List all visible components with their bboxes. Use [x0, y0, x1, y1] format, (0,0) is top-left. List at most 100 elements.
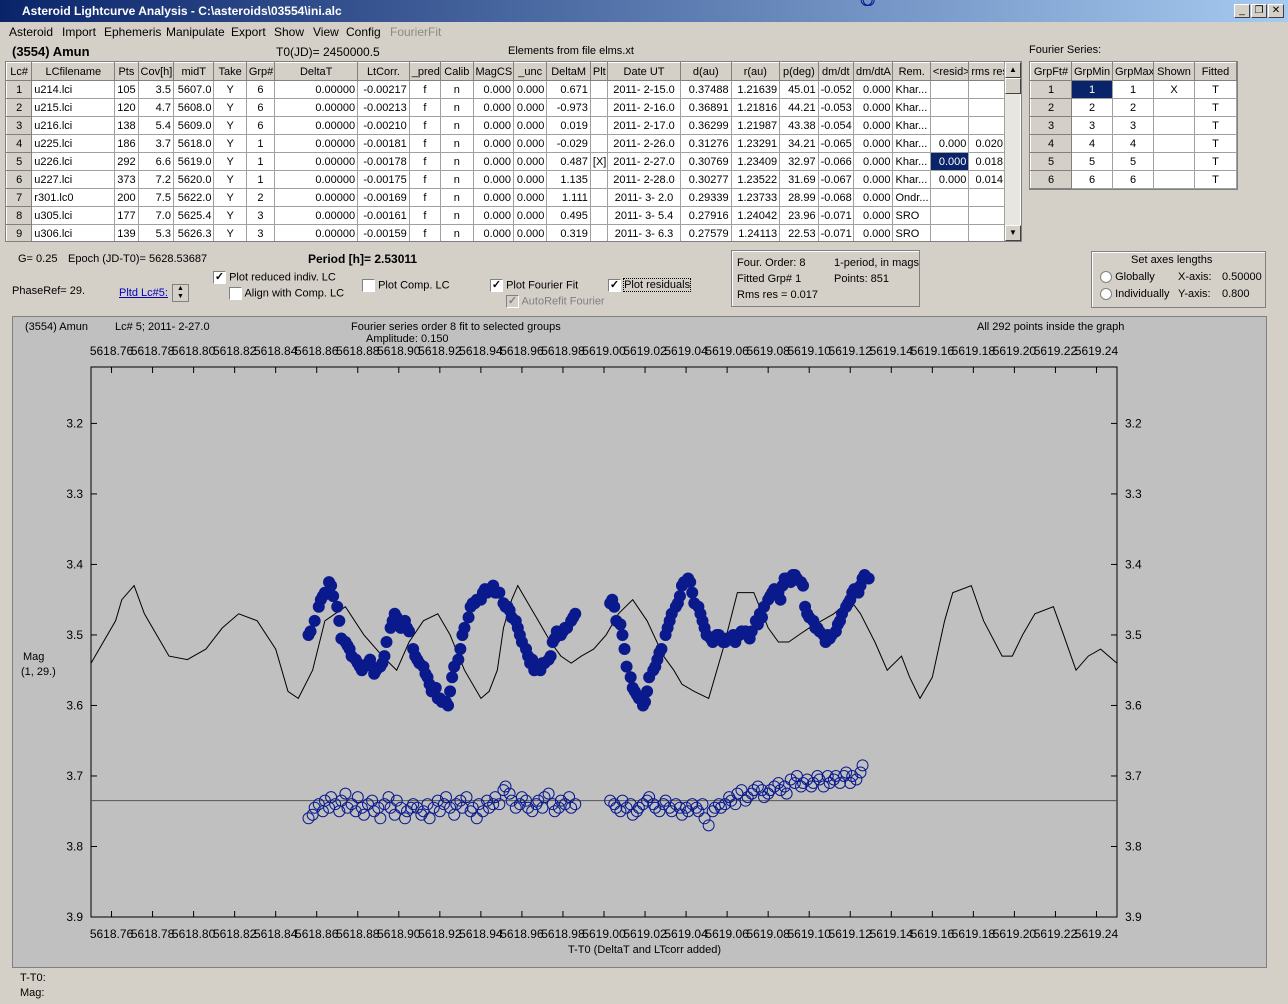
- observed-point: [620, 660, 633, 673]
- x-tick-label-top: 5618.88: [336, 344, 380, 358]
- x-tick-label-bottom: 5618.82: [213, 927, 257, 941]
- observed-point: [331, 600, 344, 613]
- observed-point: [618, 643, 631, 656]
- x-tick-label-top: 5619.16: [911, 344, 955, 358]
- observed-point: [429, 681, 442, 694]
- observed-point: [684, 576, 697, 589]
- x-tick-label-bottom: 5619.10: [788, 927, 832, 941]
- x-tick-label-top: 5618.80: [172, 344, 216, 358]
- y-tick-label-right: 3.5: [1125, 628, 1142, 642]
- x-tick-label-top: 5618.98: [541, 344, 585, 358]
- x-tick-label-bottom: 5619.16: [911, 927, 955, 941]
- observed-point: [774, 593, 787, 606]
- x-tick-label-bottom: 5618.88: [336, 927, 380, 941]
- observed-point: [446, 671, 459, 684]
- y-tick-label-left: 3.2: [66, 416, 83, 430]
- x-tick-label-bottom: 5618.76: [90, 927, 134, 941]
- x-tick-label-top: 5618.76: [90, 344, 134, 358]
- observed-point: [333, 614, 346, 627]
- x-tick-label-bottom: 5618.78: [131, 927, 175, 941]
- y-tick-label-right: 3.7: [1125, 769, 1142, 783]
- y-tick-label-right: 3.4: [1125, 557, 1142, 571]
- x-tick-label-top: 5619.00: [582, 344, 626, 358]
- observed-point: [614, 618, 627, 631]
- observed-point: [544, 650, 557, 663]
- x-tick-label-bottom: 5619.20: [993, 927, 1037, 941]
- observed-point: [616, 628, 629, 641]
- observed-point: [569, 607, 582, 620]
- x-tick-label-top: 5619.02: [623, 344, 667, 358]
- observed-point: [458, 621, 471, 634]
- x-tick-label-bottom: 5619.06: [705, 927, 749, 941]
- x-tick-label-top: 5619.10: [788, 344, 832, 358]
- x-tick-label-top: 5618.82: [213, 344, 257, 358]
- y-tick-label-right: 3.2: [1125, 416, 1142, 430]
- x-tick-label-top: 5618.96: [500, 344, 544, 358]
- observed-point: [327, 590, 340, 603]
- observed-point: [862, 572, 875, 585]
- x-tick-label-top: 5619.18: [952, 344, 996, 358]
- y-tick-label-left: 3.5: [66, 628, 83, 642]
- x-tick-label-top: 5619.20: [993, 344, 1037, 358]
- x-tick-label-top: 5619.04: [664, 344, 708, 358]
- x-tick-label-top: 5618.92: [418, 344, 462, 358]
- x-tick-label-bottom: 5619.02: [623, 927, 667, 941]
- x-tick-label-bottom: 5619.22: [1034, 927, 1078, 941]
- y-tick-label-right: 3.6: [1125, 698, 1142, 712]
- plot-area: [90, 366, 1118, 918]
- x-tick-label-bottom: 5619.14: [870, 927, 914, 941]
- observed-point: [378, 650, 391, 663]
- x-tick-label-bottom: 5619.24: [1075, 927, 1119, 941]
- observed-point: [462, 611, 475, 624]
- x-tick-label-bottom: 5618.80: [172, 927, 216, 941]
- observed-point: [797, 579, 810, 592]
- y-tick-label-right: 3.9: [1125, 910, 1142, 924]
- x-tick-label-top: 5619.24: [1075, 344, 1119, 358]
- status-t: T-T0:: [20, 972, 46, 984]
- observed-point: [655, 643, 668, 656]
- observed-point: [403, 625, 416, 638]
- observed-point: [454, 643, 467, 656]
- x-tick-label-top: 5618.84: [254, 344, 298, 358]
- x-tick-label-bottom: 5619.12: [829, 927, 873, 941]
- observed-point: [325, 579, 338, 592]
- x-tick-label-bottom: 5619.04: [664, 927, 708, 941]
- y-tick-label-left: 3.8: [66, 839, 83, 853]
- observed-point: [624, 671, 637, 684]
- observed-point: [756, 611, 769, 624]
- observed-point: [639, 695, 652, 708]
- y-tick-label-left: 3.7: [66, 769, 83, 783]
- observed-point: [308, 614, 321, 627]
- x-tick-label-bottom: 5618.96: [500, 927, 544, 941]
- observed-point: [442, 699, 455, 712]
- x-tick-label-bottom: 5618.98: [541, 927, 585, 941]
- observed-point: [673, 590, 686, 603]
- y-tick-label-left: 3.4: [66, 557, 83, 571]
- y-tick-label-right: 3.3: [1125, 487, 1142, 501]
- observed-point: [608, 600, 621, 613]
- y-tick-label-left: 3.6: [66, 698, 83, 712]
- y-tick-label-right: 3.8: [1125, 839, 1142, 853]
- x-tick-label-bottom: 5618.92: [418, 927, 462, 941]
- observed-point: [641, 685, 654, 698]
- x-tick-label-bottom: 5619.18: [952, 927, 996, 941]
- status-mag: Mag:: [20, 987, 45, 999]
- x-tick-label-bottom: 5618.94: [459, 927, 503, 941]
- x-tick-label-bottom: 5618.90: [377, 927, 421, 941]
- y-tick-label-left: 3.9: [66, 910, 83, 924]
- observed-point: [380, 636, 393, 648]
- x-tick-label-top: 5618.94: [459, 344, 503, 358]
- observed-point: [452, 653, 465, 666]
- x-tick-label-top: 5618.78: [131, 344, 175, 358]
- x-tick-label-bottom: 5618.84: [254, 927, 298, 941]
- observed-point: [304, 625, 317, 638]
- observed-point: [444, 685, 457, 698]
- x-tick-label-top: 5619.06: [705, 344, 749, 358]
- y-tick-label-left: 3.3: [66, 487, 83, 501]
- observed-point: [493, 586, 506, 599]
- x-tick-label-bottom: 5619.00: [582, 927, 626, 941]
- x-tick-label-bottom: 5619.08: [746, 927, 790, 941]
- x-tick-label-bottom: 5618.86: [295, 927, 339, 941]
- observed-point: [686, 586, 699, 599]
- x-tick-label-top: 5619.14: [870, 344, 914, 358]
